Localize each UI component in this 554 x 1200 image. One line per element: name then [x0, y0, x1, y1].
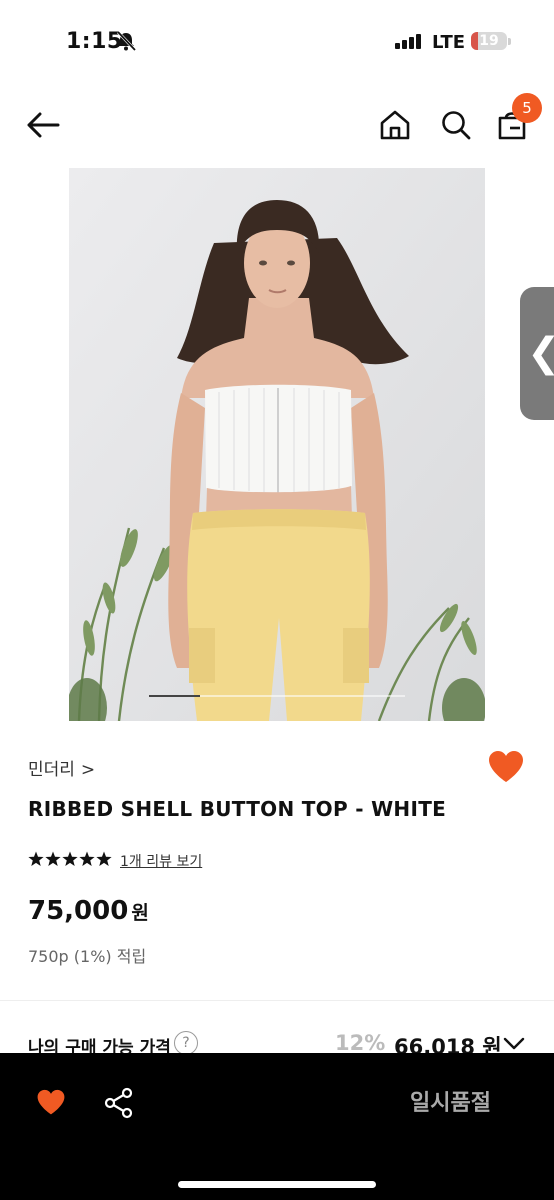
bell-off-icon [116, 30, 137, 52]
brand-name: 민더리 [28, 760, 75, 780]
points-text: 750p (1%) 적립 [28, 947, 147, 966]
sold-out-label: 일시품절 [410, 1091, 491, 1116]
rating-stars [28, 851, 112, 866]
top-nav [0, 84, 554, 168]
star-icon [28, 851, 44, 866]
back-arrow-icon[interactable] [26, 111, 60, 139]
signal-icon [395, 34, 421, 49]
product-image[interactable] [69, 168, 485, 721]
chevron-down-icon[interactable] [503, 1037, 525, 1051]
chevron-right-icon: > [80, 760, 96, 780]
help-icon[interactable]: ? [174, 1031, 198, 1055]
side-panel-tab[interactable]: ❮ [520, 287, 554, 420]
search-icon[interactable] [440, 109, 472, 141]
wishlist-heart-icon[interactable] [487, 750, 525, 784]
price-amount: 75,000 [28, 896, 129, 926]
star-icon [79, 851, 95, 866]
status-bar: 1:15 LTE 19 [0, 0, 554, 84]
share-icon[interactable] [104, 1087, 134, 1119]
discount-rate: 12% [335, 1031, 386, 1055]
star-icon [62, 851, 78, 866]
battery-icon: 19 [471, 32, 507, 50]
product-title: RIBBED SHELL BUTTON TOP - WHITE [28, 797, 447, 821]
price-unit: 원 [131, 902, 149, 924]
review-link[interactable]: 1개 리뷰 보기 [120, 851, 202, 871]
brand-link[interactable]: 민더리 > [28, 755, 95, 780]
cart-count-badge: 5 [512, 93, 542, 123]
home-indicator[interactable] [178, 1181, 376, 1188]
battery-nub [508, 38, 511, 45]
price: 75,000 원 [28, 896, 149, 926]
wishlist-heart-icon[interactable] [36, 1089, 66, 1116]
battery-percent: 19 [479, 33, 499, 49]
bottom-action-bar [0, 1053, 554, 1200]
image-slider-thumb [149, 695, 201, 697]
star-icon [96, 851, 112, 866]
chevron-left-icon: ❮ [527, 328, 554, 378]
divider [0, 1000, 554, 1001]
home-icon[interactable] [379, 109, 411, 141]
product-photo [69, 168, 485, 721]
network-label: LTE [432, 32, 466, 53]
star-icon [45, 851, 61, 866]
image-slider-track [149, 695, 405, 697]
